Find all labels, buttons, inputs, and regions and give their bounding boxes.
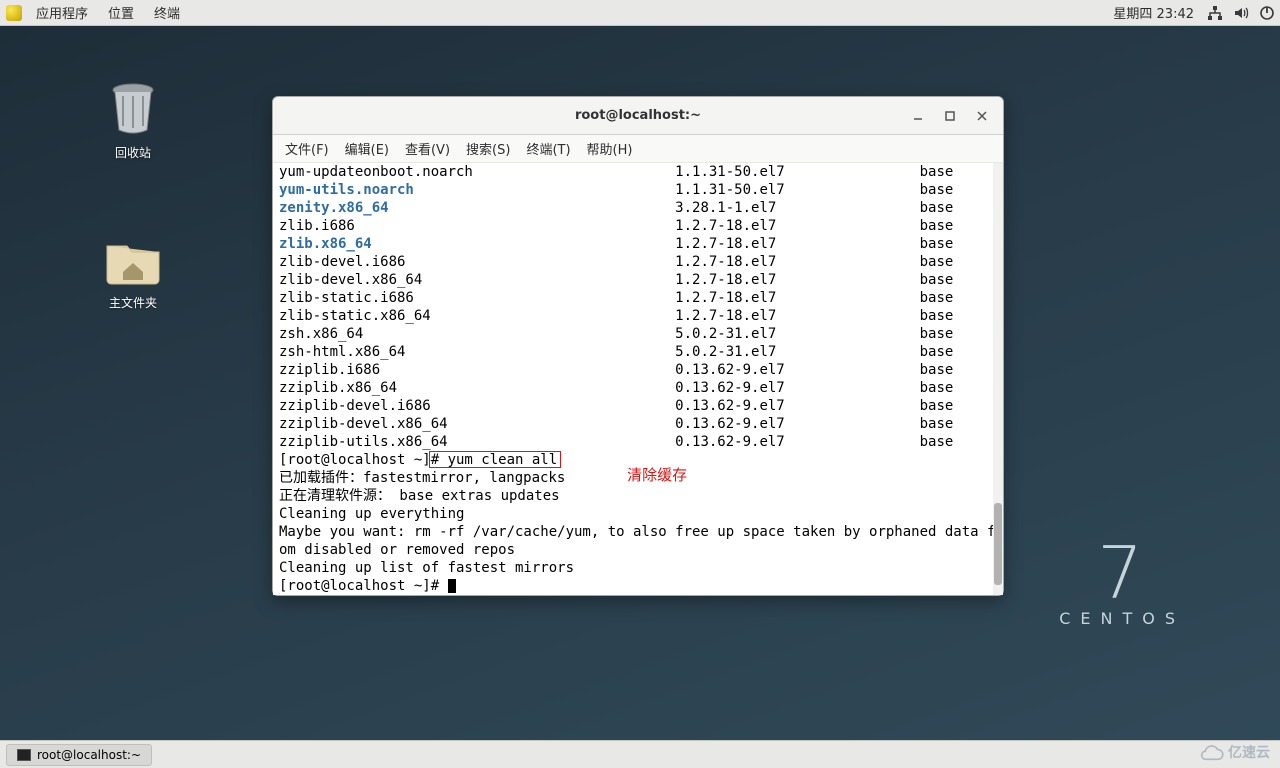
menu-edit[interactable]: 编辑(E) (337, 139, 397, 158)
maximize-button[interactable] (935, 103, 965, 129)
menubar: 文件(F) 编辑(E) 查看(V) 搜索(S) 终端(T) 帮助(H) (273, 135, 1003, 163)
menu-applications[interactable]: 应用程序 (26, 3, 98, 22)
network-icon[interactable] (1207, 5, 1223, 21)
home-folder-icon (103, 228, 163, 288)
gnome-logo-icon (6, 5, 22, 21)
menu-search[interactable]: 搜索(S) (458, 139, 518, 158)
scrollbar-thumb[interactable] (994, 503, 1002, 585)
package-row: zlib-static.i686 1.2.7-18.el7 base (279, 289, 997, 307)
menu-file[interactable]: 文件(F) (277, 139, 337, 158)
package-row: zziplib.i686 0.13.62-9.el7 base (279, 361, 997, 379)
terminal-icon (17, 749, 31, 761)
package-row: zziplib-devel.x86_64 0.13.62-9.el7 base (279, 415, 997, 433)
home-label: 主文件夹 (88, 294, 178, 311)
power-icon[interactable] (1259, 5, 1275, 21)
top-panel: 应用程序 位置 终端 星期四 23:42 (0, 0, 1280, 26)
volume-icon[interactable] (1233, 5, 1249, 21)
package-row: zlib.x86_64 1.2.7-18.el7 base (279, 235, 997, 253)
prompt-line: [root@localhost ~]# (279, 577, 997, 595)
cursor (448, 579, 456, 593)
menu-terminal[interactable]: 终端 (144, 3, 190, 22)
package-row: zenity.x86_64 3.28.1-1.el7 base (279, 199, 997, 217)
package-row: zsh.x86_64 5.0.2-31.el7 base (279, 325, 997, 343)
trash-label: 回收站 (88, 144, 178, 161)
menu-places[interactable]: 位置 (98, 3, 144, 22)
terminal-output[interactable]: yum-updateonboot.noarch 1.1.31-50.el7 ba… (273, 163, 1003, 595)
package-row: zziplib.x86_64 0.13.62-9.el7 base (279, 379, 997, 397)
titlebar[interactable]: root@localhost:~ (273, 97, 1003, 135)
close-button[interactable] (967, 103, 997, 129)
output-line: Cleaning up list of fastest mirrors (279, 559, 997, 577)
trash-icon (103, 78, 163, 138)
desktop-icon-home[interactable]: 主文件夹 (88, 228, 178, 311)
package-row: zsh-html.x86_64 5.0.2-31.el7 base (279, 343, 997, 361)
menu-view[interactable]: 查看(V) (397, 139, 458, 158)
package-row: zlib.i686 1.2.7-18.el7 base (279, 217, 997, 235)
desktop-icon-trash[interactable]: 回收站 (88, 78, 178, 161)
task-panel: root@localhost:~ (0, 740, 1280, 768)
package-row: zziplib-utils.x86_64 0.13.62-9.el7 base (279, 433, 997, 451)
output-line: 正在清理软件源： base extras updates (279, 487, 997, 505)
window-title: root@localhost:~ (273, 108, 1003, 123)
scrollbar[interactable] (993, 163, 1003, 595)
terminal-window: root@localhost:~ 文件(F) 编辑(E) 查看(V) 搜索(S)… (272, 96, 1004, 596)
output-line: om disabled or removed repos (279, 541, 997, 559)
package-row: zlib-devel.x86_64 1.2.7-18.el7 base (279, 271, 997, 289)
output-line: Maybe you want: rm -rf /var/cache/yum, t… (279, 523, 997, 541)
package-row: zziplib-devel.i686 0.13.62-9.el7 base (279, 397, 997, 415)
clock[interactable]: 星期四 23:42 (1113, 3, 1194, 22)
output-line: Cleaning up everything (279, 505, 997, 523)
menu-help[interactable]: 帮助(H) (579, 139, 641, 158)
watermark: 亿速云 (1198, 742, 1270, 762)
package-row: zlib-devel.i686 1.2.7-18.el7 base (279, 253, 997, 271)
minimize-button[interactable] (903, 103, 933, 129)
menu-terminal[interactable]: 终端(T) (518, 139, 578, 158)
package-row: yum-utils.noarch 1.1.31-50.el7 base (279, 181, 997, 199)
annotation-clear-cache: 清除缓存 (627, 466, 687, 484)
package-row: zlib-static.x86_64 1.2.7-18.el7 base (279, 307, 997, 325)
taskbar-item-label: root@localhost:~ (37, 748, 141, 762)
package-row: yum-updateonboot.noarch 1.1.31-50.el7 ba… (279, 163, 997, 181)
wallpaper-brand: 7 CENTOS (1059, 531, 1185, 628)
taskbar-item-terminal[interactable]: root@localhost:~ (6, 744, 152, 766)
